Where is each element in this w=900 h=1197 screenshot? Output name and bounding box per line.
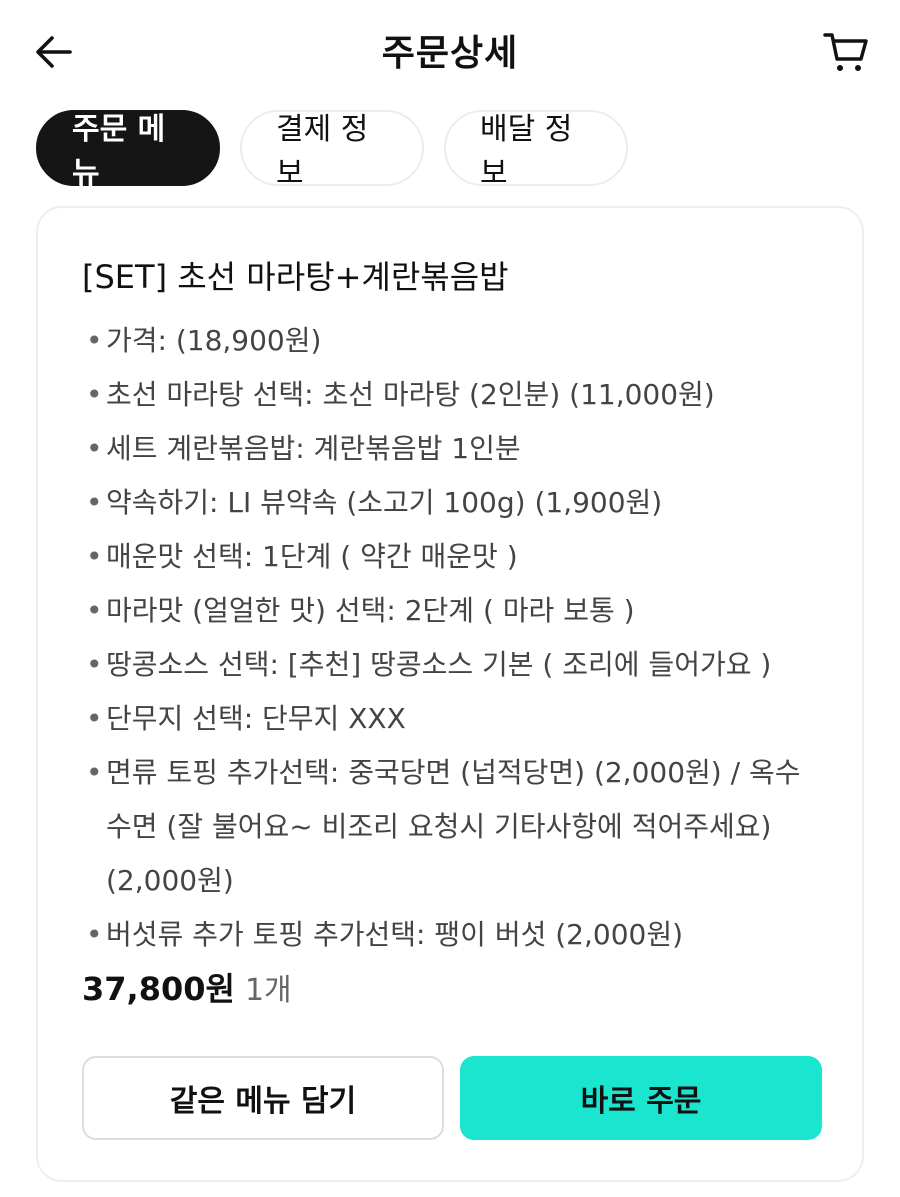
menu-name: [SET] 초선 마라탕+계란볶음밥 — [82, 258, 509, 296]
option-list: • 가격: (18,900원) • 초선 마라탕 선택: 초선 마라탕 (2인분) … — [82, 314, 822, 962]
cart-button[interactable] — [820, 26, 872, 78]
quantity: 1개 — [244, 973, 292, 1008]
option-item: • 버섯류 추가 토핑 추가선택: 팽이 버섯 (2,000원) — [86, 918, 684, 951]
option-item: • 마라맛 (얼얼한 맛) 선택: 2단계 ( 마라 보통 ) — [86, 594, 635, 627]
option-item: • 땅콩소스 선택: [추천] 땅콩소스 기본 ( 조리에 들어가요 ) — [86, 648, 772, 681]
option-item: • 매운맛 선택: 1단계 ( 약간 매운맛 ) — [86, 540, 518, 573]
total-price: 37,800원 — [82, 970, 235, 1008]
add-same-menu-button[interactable]: 같은 메뉴 담기 — [82, 1056, 444, 1140]
option-item: • 단무지 선택: 단무지 XXX — [86, 702, 406, 735]
tab-bar: 주문 메뉴 결제 정보 배달 정보 — [36, 110, 628, 191]
order-now-button[interactable]: 바로 주문 — [460, 1056, 822, 1140]
option-item: • 가격: (18,900원) — [86, 324, 322, 357]
option-item: • 약속하기: LI 뷰약속 (소고기 100g) (1,900원) — [86, 486, 663, 519]
header: 주문상세 — [0, 0, 900, 100]
option-item: • 면류 토핑 추가선택: 중국당면 (넙적당면) (2,000원) / 옥수수면… — [86, 756, 801, 897]
order-item-card: [SET] 초선 마라탕+계란볶음밥 • 가격: (18,900원) • 초선 마라… — [36, 206, 864, 1182]
tab-payment-info[interactable]: 결제 정보 — [240, 110, 424, 191]
cart-icon — [823, 33, 868, 71]
price-row: 37,800원 1개 — [82, 964, 292, 1010]
tab-delivery-info[interactable]: 배달 정보 — [444, 110, 628, 191]
option-item: • 세트 계란볶음밥: 계란볶음밥 1인분 — [86, 432, 521, 465]
option-item: • 초선 마라탕 선택: 초선 마라탕 (2인분) (11,000원) — [86, 378, 715, 411]
page-title: 주문상세 — [381, 33, 519, 74]
tab-order-menu[interactable]: 주문 메뉴 — [36, 110, 220, 191]
